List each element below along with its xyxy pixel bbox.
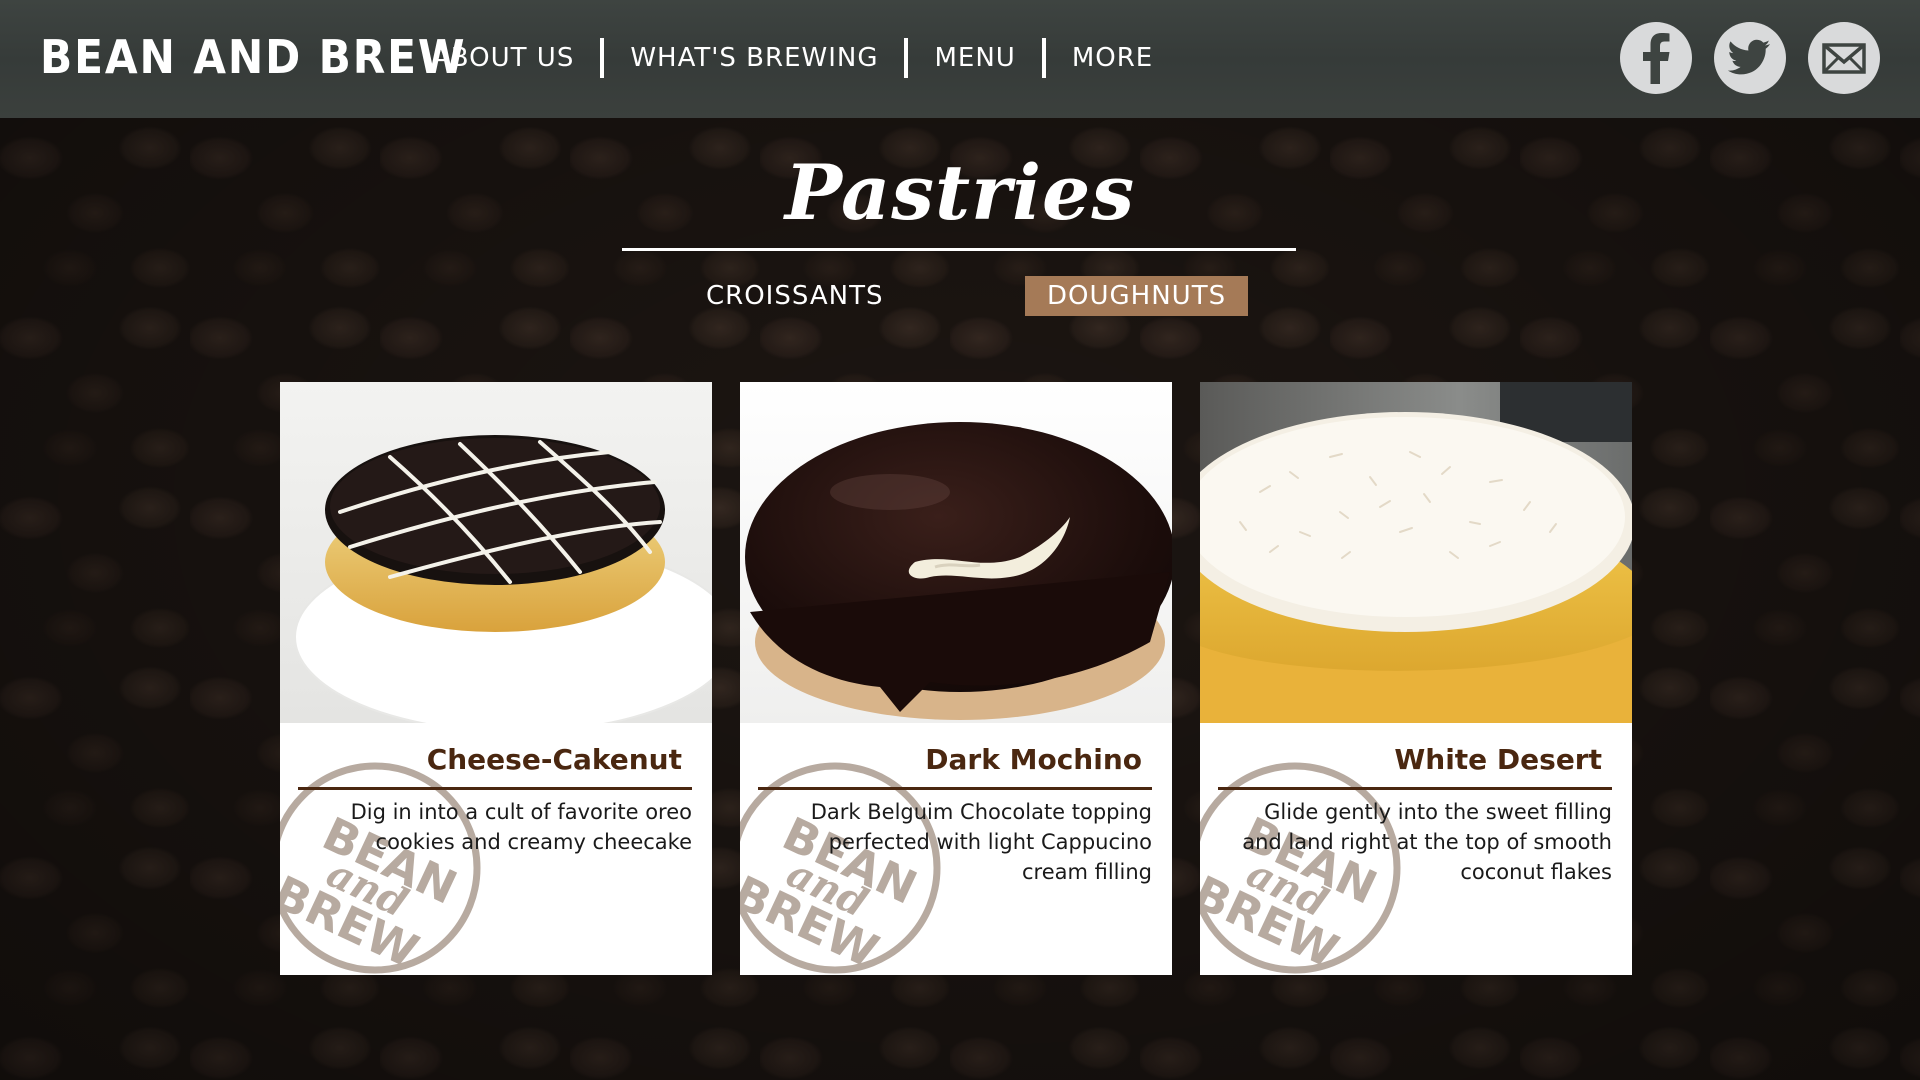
product-photo-cheese-cakenut — [280, 382, 712, 723]
nav-about-us[interactable]: ABOUT US — [432, 43, 574, 73]
tab-croissants[interactable]: CROISSANTS — [684, 276, 905, 316]
site-header: BEAN AND BREW ABOUT US WHAT'S BREWING ME… — [0, 0, 1920, 118]
product-divider — [1218, 787, 1612, 790]
product-info: BEAN and BREW Cheese-Cakenut Dig in into… — [280, 723, 712, 975]
product-card[interactable]: BEAN and BREW White Desert Glide gently … — [1200, 382, 1632, 975]
product-card[interactable]: BEAN and BREW Dark Mochino Dark Belguim … — [740, 382, 1172, 975]
product-name: Cheese-Cakenut — [426, 743, 682, 776]
product-info: BEAN and BREW White Desert Glide gently … — [1200, 723, 1632, 975]
page-title: Pastries — [784, 148, 1136, 237]
title-divider — [622, 248, 1296, 251]
facebook-icon — [1643, 33, 1670, 84]
facebook-button[interactable] — [1620, 22, 1692, 94]
product-description: Dark Belguim Chocolate topping perfected… — [810, 800, 1152, 884]
nav-divider — [904, 38, 909, 78]
brand-logo[interactable]: BEAN AND BREW — [40, 30, 466, 84]
product-card[interactable]: BEAN and BREW Cheese-Cakenut Dig in into… — [280, 382, 712, 975]
twitter-icon — [1727, 39, 1770, 75]
social-links — [1620, 22, 1880, 94]
twitter-button[interactable] — [1714, 22, 1786, 94]
mail-button[interactable] — [1808, 22, 1880, 94]
nav-menu[interactable]: MENU — [934, 43, 1015, 73]
product-photo-white-desert — [1200, 382, 1632, 723]
product-photo-dark-mochino — [740, 382, 1172, 723]
tab-doughnuts[interactable]: DOUGHNUTS — [1025, 276, 1249, 316]
product-description: Dig in into a cult of favorite oreo cook… — [350, 800, 692, 854]
main-nav: ABOUT US WHAT'S BREWING MENU MORE — [432, 38, 1153, 78]
product-info: BEAN and BREW Dark Mochino Dark Belguim … — [740, 723, 1172, 975]
mail-icon — [1822, 43, 1866, 74]
product-name: White Desert — [1394, 743, 1602, 776]
nav-divider — [1041, 38, 1046, 78]
nav-divider — [600, 38, 605, 78]
product-divider — [758, 787, 1152, 790]
product-name: Dark Mochino — [925, 743, 1142, 776]
product-description: Glide gently into the sweet filling and … — [1242, 800, 1612, 884]
nav-whats-brewing[interactable]: WHAT'S BREWING — [630, 43, 878, 73]
nav-more[interactable]: MORE — [1072, 43, 1153, 73]
product-divider — [298, 787, 692, 790]
